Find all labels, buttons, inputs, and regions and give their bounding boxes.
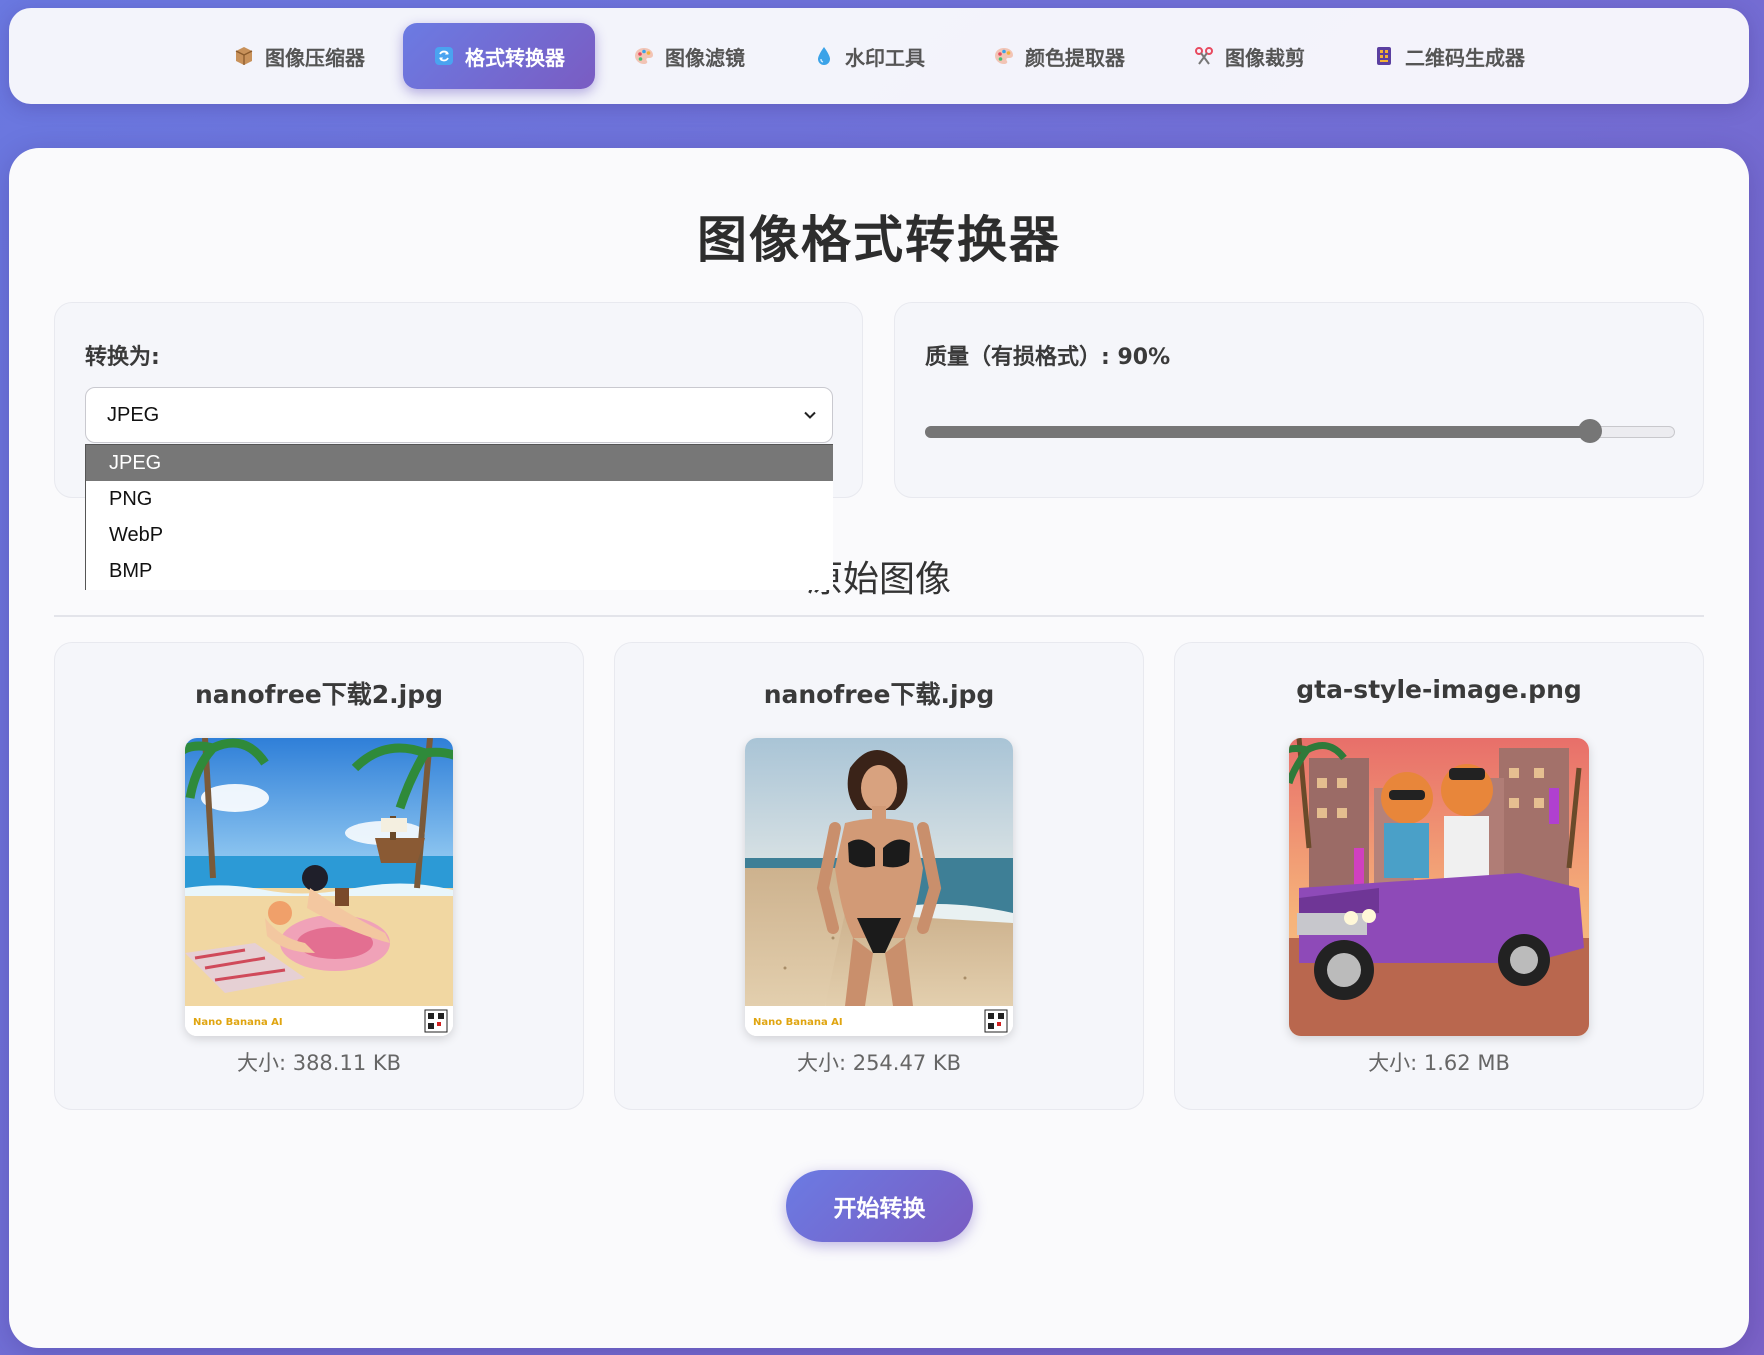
nav-item-watermark-tool[interactable]: 水印工具 xyxy=(783,23,955,89)
format-select[interactable]: JPEG xyxy=(85,387,833,443)
image-file-size: 大小: 388.11 KB xyxy=(236,1051,402,1075)
section-divider xyxy=(54,615,1704,617)
scissors-icon xyxy=(1193,45,1215,67)
image-file-name: nanofree下载2.jpg xyxy=(194,680,443,709)
format-option-webp[interactable]: WebP xyxy=(86,517,833,553)
nav-item-label: 图像裁剪 xyxy=(1225,45,1305,70)
format-select-value: JPEG xyxy=(107,403,160,426)
nav-item-label: 图像滤镜 xyxy=(665,45,745,70)
image-thumbnail-beach-anime: Nano Banana AI xyxy=(185,738,453,1036)
watermark-text: Nano Banana AI xyxy=(753,1017,843,1028)
top-nav: 图像压缩器 格式转换器 图像滤镜 水印工具 颜色提取器 图像裁剪 二维码生成器 xyxy=(9,8,1749,104)
palette-icon xyxy=(633,45,655,67)
image-card: nanofree下载.jpg Nano Banana AI 大小: 254.47… xyxy=(614,642,1144,1110)
slider-thumb[interactable] xyxy=(1578,419,1603,443)
nav-item-label: 图像压缩器 xyxy=(265,45,365,70)
image-card: nanofree下载2.jpg Nano Banana AI 大小: 388.1… xyxy=(54,642,584,1110)
palette-icon xyxy=(993,45,1015,67)
nav-item-image-filters[interactable]: 图像滤镜 xyxy=(603,23,775,89)
nav-item-label: 格式转换器 xyxy=(465,45,565,70)
droplet-icon xyxy=(813,45,835,67)
quality-slider[interactable] xyxy=(925,417,1675,445)
package-icon xyxy=(233,45,255,67)
chevron-down-icon xyxy=(800,405,820,425)
start-convert-button[interactable]: 开始转换 xyxy=(786,1170,973,1242)
format-option-jpeg[interactable]: JPEG xyxy=(86,445,833,481)
nav-item-label: 水印工具 xyxy=(845,45,925,70)
image-file-name: nanofree下载.jpg xyxy=(763,680,995,709)
main-card: 图像格式转换器 转换为: JPEG 质量（有损格式）: 90% 原始图像 nan… xyxy=(9,148,1749,1348)
image-card: gta-style-image.png 大小: 1.62 MB xyxy=(1174,642,1704,1110)
image-file-name: gta-style-image.png xyxy=(1296,675,1582,704)
format-option-png[interactable]: PNG xyxy=(86,481,833,517)
watermark-text: Nano Banana AI xyxy=(193,1017,283,1028)
refresh-icon xyxy=(433,45,455,67)
quality-panel: 质量（有损格式）: 90% xyxy=(894,302,1704,498)
nav-item-color-extractor[interactable]: 颜色提取器 xyxy=(963,23,1155,89)
quality-label: 质量（有损格式）: 90% xyxy=(925,345,1171,370)
nav-item-image-compressor[interactable]: 图像压缩器 xyxy=(203,23,395,89)
qr-book-icon xyxy=(1373,45,1395,67)
slider-fill xyxy=(925,426,1591,438)
format-dropdown-list: JPEG PNG WebP BMP xyxy=(85,444,833,590)
image-thumbnail-beach-photo: Nano Banana AI xyxy=(745,738,1013,1036)
image-thumbnail-gta-style xyxy=(1289,738,1589,1036)
nav-item-label: 颜色提取器 xyxy=(1025,45,1125,70)
image-file-size: 大小: 254.47 KB xyxy=(796,1051,962,1075)
image-file-size: 大小: 1.62 MB xyxy=(1368,1051,1510,1075)
format-option-bmp[interactable]: BMP xyxy=(86,553,833,589)
nav-item-qr-generator[interactable]: 二维码生成器 xyxy=(1343,23,1555,89)
nav-item-format-converter[interactable]: 格式转换器 xyxy=(403,23,595,89)
nav-item-label: 二维码生成器 xyxy=(1405,45,1525,70)
page-title: 图像格式转换器 xyxy=(697,211,1061,269)
nav-item-image-crop[interactable]: 图像裁剪 xyxy=(1163,23,1335,89)
format-label: 转换为: xyxy=(85,345,160,370)
